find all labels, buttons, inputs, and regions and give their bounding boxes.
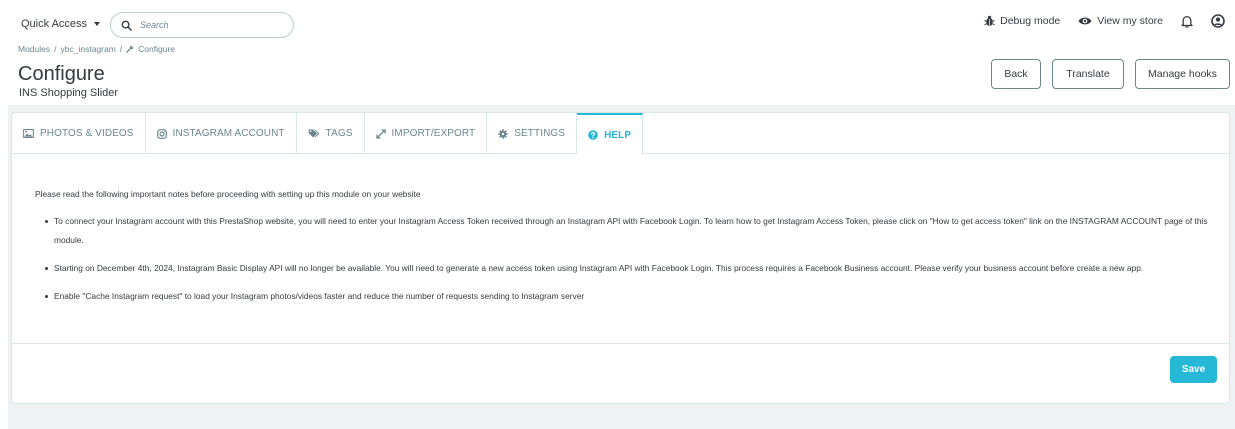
search-icon: [121, 20, 132, 31]
caret-down-icon: [94, 22, 101, 26]
tab-tags[interactable]: TAGS: [297, 113, 365, 154]
question-icon: [588, 130, 598, 140]
list-item: Enable "Cache Instagram request" to load…: [45, 287, 1225, 306]
breadcrumb: Modules / ybc_instagram / Configure: [18, 44, 176, 54]
tab-label: HELP: [604, 129, 632, 141]
search-input[interactable]: [140, 20, 270, 30]
wrench-icon: [126, 45, 134, 53]
list-item: To connect your Instagram account with t…: [45, 212, 1225, 250]
header-actions: Debug mode View my store: [984, 14, 1225, 28]
tags-icon: [308, 129, 320, 138]
user-icon: [1211, 14, 1225, 28]
instagram-icon: [156, 128, 167, 139]
image-icon: [23, 129, 34, 138]
translate-button[interactable]: Translate: [1052, 59, 1124, 89]
gear-icon: [498, 128, 508, 139]
view-store-link[interactable]: View my store: [1078, 15, 1163, 27]
tab-photos-videos[interactable]: PHOTOS & VIDEOS: [12, 113, 146, 154]
debug-mode-label: Debug mode: [1000, 15, 1061, 27]
quick-access-label: Quick Access: [21, 18, 88, 30]
user-account-button[interactable]: [1211, 14, 1225, 28]
tab-label: PHOTOS & VIDEOS: [40, 128, 134, 139]
page-title: Configure: [18, 63, 105, 85]
search-box[interactable]: [110, 12, 294, 38]
bug-icon: [984, 15, 995, 26]
view-store-label: View my store: [1097, 15, 1163, 27]
debug-mode-link[interactable]: Debug mode: [984, 15, 1060, 27]
breadcrumb-item-current: Configure: [138, 44, 176, 54]
help-content: Please read the following important note…: [35, 188, 1225, 315]
back-button[interactable]: Back: [991, 59, 1041, 89]
exchange-icon: [375, 128, 386, 139]
help-intro: Please read the following important note…: [35, 189, 421, 199]
quick-access-dropdown[interactable]: Quick Access: [21, 18, 101, 30]
tab-settings[interactable]: SETTINGS: [487, 113, 578, 154]
notifications-button[interactable]: [1181, 15, 1193, 28]
breadcrumb-item-module[interactable]: ybc_instagram: [61, 44, 116, 54]
tab-help[interactable]: HELP: [577, 113, 644, 155]
tab-label: IMPORT/EXPORT: [391, 128, 476, 139]
tab-label: SETTINGS: [514, 128, 566, 139]
page-subtitle: INS Shopping Slider: [19, 87, 119, 99]
tab-label: INSTAGRAM ACCOUNT: [172, 128, 285, 139]
bell-icon: [1181, 15, 1193, 28]
breadcrumb-item-modules[interactable]: Modules: [18, 44, 50, 54]
save-button[interactable]: Save: [1170, 356, 1217, 383]
module-config-panel: PHOTOS & VIDEOS INSTAGRAM ACCOUNT TAGS I…: [11, 112, 1230, 404]
panel-footer: Save: [12, 343, 1229, 404]
tab-instagram-account[interactable]: INSTAGRAM ACCOUNT: [146, 113, 297, 154]
tab-label: TAGS: [325, 128, 353, 139]
help-notes-list: To connect your Instagram account with t…: [35, 212, 1225, 306]
config-tabs: PHOTOS & VIDEOS INSTAGRAM ACCOUNT TAGS I…: [12, 113, 1229, 155]
list-item: Starting on December 4th, 2024, Instagra…: [45, 259, 1225, 278]
eye-icon: [1078, 17, 1092, 25]
tab-import-export[interactable]: IMPORT/EXPORT: [365, 113, 488, 154]
manage-hooks-button[interactable]: Manage hooks: [1135, 59, 1230, 89]
